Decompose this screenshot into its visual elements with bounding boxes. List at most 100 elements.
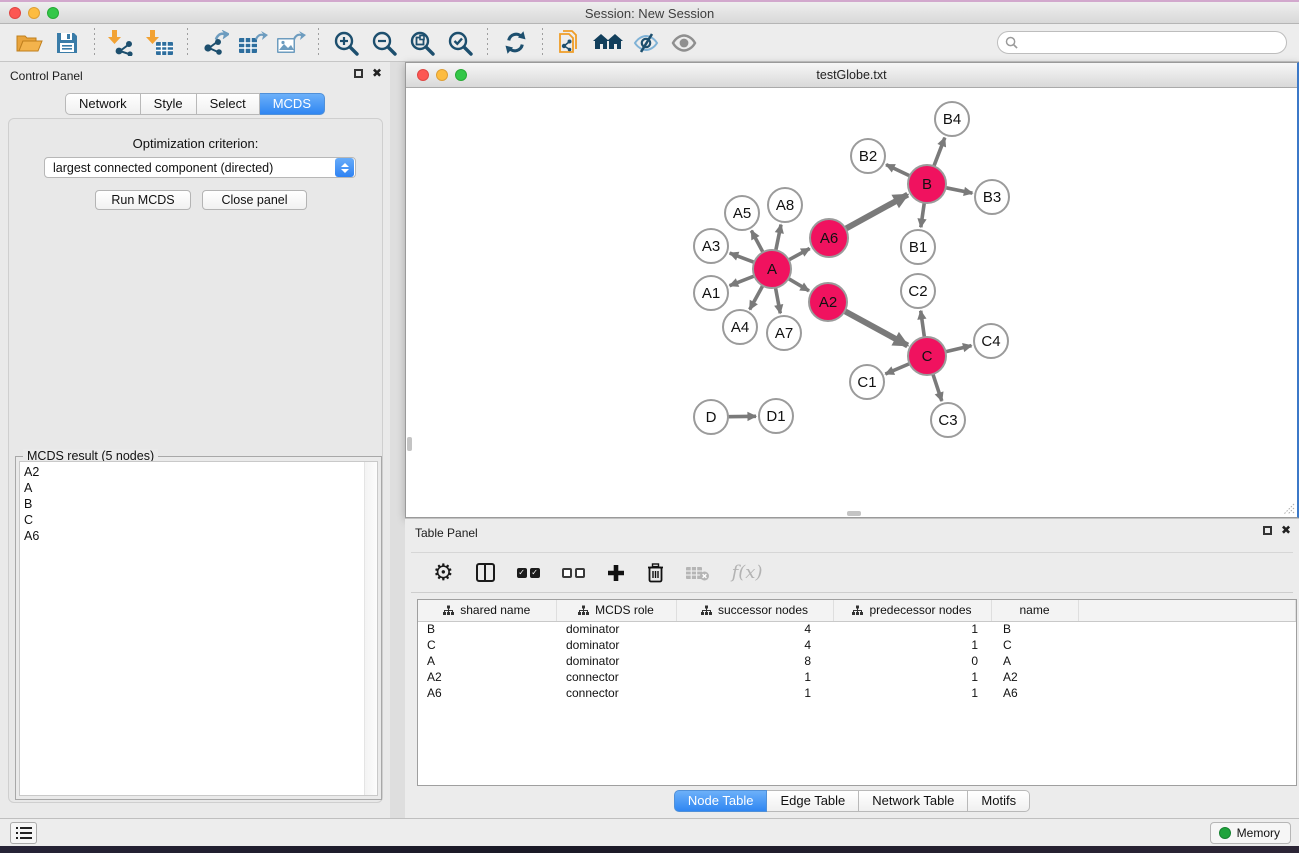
import-table-icon[interactable] bbox=[141, 27, 179, 59]
graph-edge[interactable] bbox=[921, 203, 925, 227]
show-panels-list-button[interactable] bbox=[10, 822, 37, 844]
save-session-icon[interactable] bbox=[48, 27, 86, 59]
graph-edge[interactable] bbox=[933, 374, 942, 401]
network-graph[interactable]: B4B2BB3A8A5A6B1A3AA1C2A2A4A7C4CC1C3DD1 bbox=[406, 88, 1296, 517]
mcds-result-item[interactable]: A2 bbox=[24, 464, 377, 480]
table-cell[interactable]: A2 bbox=[418, 669, 556, 685]
mcds-result-item[interactable]: C bbox=[24, 512, 377, 528]
table-cell[interactable]: connector bbox=[556, 685, 676, 701]
table-cell[interactable]: connector bbox=[556, 669, 676, 685]
table-row[interactable]: Adominator80A bbox=[418, 653, 1296, 669]
tab-network-table[interactable]: Network Table bbox=[859, 790, 968, 812]
graph-edge[interactable] bbox=[885, 364, 909, 374]
table-cell[interactable]: 8 bbox=[676, 653, 833, 669]
result-list-scrollbar[interactable] bbox=[364, 462, 377, 795]
close-panel-icon[interactable]: ✖ bbox=[372, 68, 382, 78]
show-columns-icon[interactable] bbox=[476, 563, 495, 582]
tab-style[interactable]: Style bbox=[141, 93, 197, 115]
tab-node-table[interactable]: Node Table bbox=[674, 790, 768, 812]
column-header[interactable]: successor nodes bbox=[676, 600, 833, 621]
delete-column-icon[interactable] bbox=[647, 563, 664, 583]
float-panel-icon[interactable] bbox=[354, 69, 363, 78]
table-cell[interactable]: 1 bbox=[833, 637, 991, 653]
table-row[interactable]: A6connector11A6 bbox=[418, 685, 1296, 701]
column-header[interactable]: shared name bbox=[418, 600, 556, 621]
column-header[interactable]: predecessor nodes bbox=[833, 600, 991, 621]
graph-edge[interactable] bbox=[886, 165, 910, 176]
table-cell[interactable]: A6 bbox=[418, 685, 556, 701]
graph-edge[interactable] bbox=[788, 279, 809, 291]
home-icon[interactable] bbox=[589, 27, 627, 59]
refresh-icon[interactable] bbox=[496, 27, 534, 59]
tab-select[interactable]: Select bbox=[197, 93, 260, 115]
zoom-selected-icon[interactable] bbox=[441, 27, 479, 59]
export-image-icon[interactable] bbox=[272, 27, 310, 59]
zoom-out-icon[interactable] bbox=[365, 27, 403, 59]
eye-slash-icon[interactable] bbox=[627, 27, 665, 59]
table-cell[interactable]: 4 bbox=[676, 637, 833, 653]
table-row[interactable]: Cdominator41C bbox=[418, 637, 1296, 653]
table-cell[interactable]: C bbox=[418, 637, 556, 653]
table-cell[interactable]: 0 bbox=[833, 653, 991, 669]
graph-edge[interactable] bbox=[789, 249, 810, 260]
table-row[interactable]: Bdominator41B bbox=[418, 621, 1296, 637]
mcds-result-item[interactable]: A bbox=[24, 480, 377, 496]
table-cell[interactable]: A bbox=[991, 653, 1078, 669]
run-mcds-button[interactable]: Run MCDS bbox=[95, 190, 191, 210]
graph-edge[interactable] bbox=[751, 231, 763, 253]
vertical-splitter[interactable] bbox=[390, 62, 405, 818]
table-cell[interactable]: 1 bbox=[676, 685, 833, 701]
table-cell[interactable]: 1 bbox=[676, 669, 833, 685]
add-column-icon[interactable] bbox=[607, 564, 625, 582]
search-input[interactable] bbox=[1023, 36, 1286, 50]
memory-button[interactable]: Memory bbox=[1210, 822, 1291, 844]
settings-gear-icon[interactable]: ⚙ bbox=[433, 563, 454, 583]
zoom-fit-icon[interactable] bbox=[403, 27, 441, 59]
graph-edge[interactable] bbox=[946, 188, 973, 193]
graph-edge[interactable] bbox=[730, 276, 755, 286]
network-canvas[interactable]: B4B2BB3A8A5A6B1A3AA1C2A2A4A7C4CC1C3DD1 bbox=[406, 88, 1297, 517]
eye-icon[interactable] bbox=[665, 27, 703, 59]
delete-table-icon[interactable] bbox=[686, 564, 710, 582]
mcds-result-item[interactable]: A6 bbox=[24, 528, 377, 544]
graph-edge[interactable] bbox=[750, 286, 763, 310]
table-cell[interactable]: dominator bbox=[556, 653, 676, 669]
column-header[interactable]: name bbox=[991, 600, 1078, 621]
node-table[interactable]: shared nameMCDS rolesuccessor nodesprede… bbox=[417, 599, 1297, 786]
tab-mcds[interactable]: MCDS bbox=[260, 93, 325, 115]
table-cell[interactable]: 1 bbox=[833, 685, 991, 701]
export-table-icon[interactable] bbox=[234, 27, 272, 59]
graph-edge[interactable] bbox=[776, 225, 781, 251]
table-row[interactable]: A2connector11A2 bbox=[418, 669, 1296, 685]
canvas-side-handle[interactable] bbox=[407, 437, 412, 451]
criterion-dropdown[interactable]: largest connected component (directed) bbox=[44, 157, 356, 178]
graph-edge[interactable] bbox=[921, 311, 925, 337]
tab-edge-table[interactable]: Edge Table bbox=[767, 790, 859, 812]
close-table-panel-icon[interactable]: ✖ bbox=[1281, 525, 1291, 535]
tab-motifs[interactable]: Motifs bbox=[968, 790, 1030, 812]
column-header[interactable]: MCDS role bbox=[556, 600, 676, 621]
table-cell[interactable]: B bbox=[418, 621, 556, 637]
table-cell[interactable]: A6 bbox=[991, 685, 1078, 701]
table-cell[interactable]: 1 bbox=[833, 621, 991, 637]
table-cell[interactable]: 1 bbox=[833, 669, 991, 685]
graph-edge[interactable] bbox=[730, 253, 755, 262]
function-builder-icon[interactable]: f(x) bbox=[732, 562, 763, 583]
resize-grip-icon[interactable] bbox=[1282, 502, 1295, 515]
table-cell[interactable]: dominator bbox=[556, 621, 676, 637]
graph-edge[interactable] bbox=[934, 138, 945, 167]
table-cell[interactable]: 4 bbox=[676, 621, 833, 637]
new-session-from-network-icon[interactable] bbox=[551, 27, 589, 59]
import-network-icon[interactable] bbox=[103, 27, 141, 59]
canvas-bottom-handle[interactable] bbox=[847, 511, 861, 516]
open-session-icon[interactable] bbox=[10, 27, 48, 59]
table-cell[interactable]: A bbox=[418, 653, 556, 669]
table-cell[interactable]: A2 bbox=[991, 669, 1078, 685]
graph-edge[interactable] bbox=[845, 311, 908, 345]
select-all-icon[interactable]: ✓✓ bbox=[517, 568, 540, 578]
table-cell[interactable]: dominator bbox=[556, 637, 676, 653]
graph-edge[interactable] bbox=[846, 195, 908, 229]
search-field[interactable] bbox=[997, 31, 1287, 54]
graph-edge[interactable] bbox=[776, 288, 781, 314]
zoom-in-icon[interactable] bbox=[327, 27, 365, 59]
